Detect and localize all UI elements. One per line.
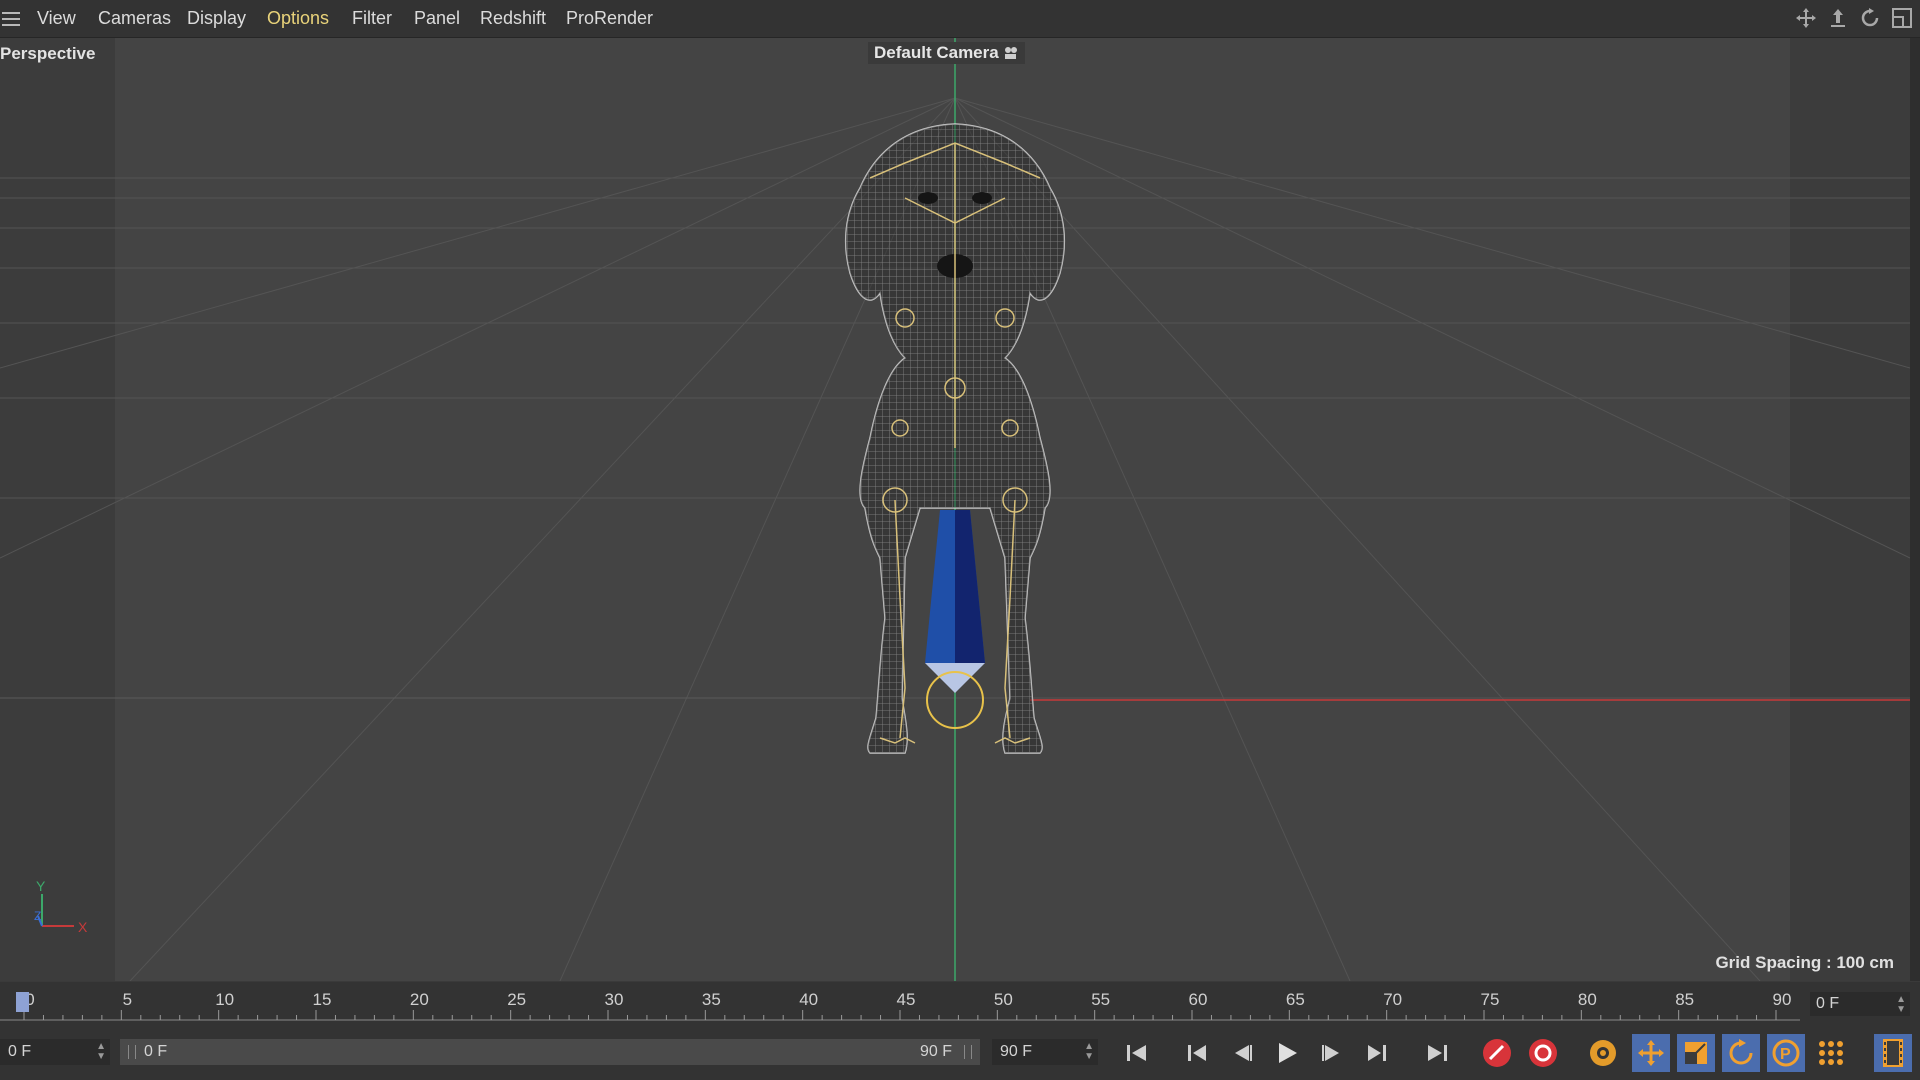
camera-name: Default Camera: [874, 43, 999, 62]
record-active-objects-icon: [1483, 1039, 1511, 1067]
go-to-end-button[interactable]: [1418, 1034, 1456, 1072]
autokeying-icon: [1529, 1039, 1557, 1067]
view-name-label: Perspective: [0, 44, 96, 63]
tick-label-55: 55: [1091, 990, 1111, 1009]
maximize-view-icon[interactable]: [1890, 6, 1914, 30]
record-parameter-icon: P: [1772, 1039, 1800, 1067]
scene-canvas[interactable]: [0, 38, 1910, 981]
tick-label-70: 70: [1383, 990, 1403, 1009]
axis-gizmo: Y Z X: [30, 878, 100, 943]
viewport-border: [1910, 38, 1920, 981]
record-scale-icon: [1685, 1042, 1707, 1064]
project-end-field[interactable]: 90 F ▲ ▼: [992, 1039, 1098, 1065]
project-end-value: 90 F: [1000, 1043, 1033, 1060]
tick-label-65: 65: [1285, 990, 1305, 1009]
perspective-viewport[interactable]: Perspective Default Camera Grid Spacing …: [0, 38, 1910, 981]
tick-label-60: 60: [1188, 990, 1208, 1009]
spin-arrows-icon[interactable]: ▲ ▼: [96, 1042, 106, 1062]
range-end-grip[interactable]: [964, 1045, 972, 1059]
tick-label-90: 90: [1772, 990, 1792, 1009]
tick-label-40: 40: [799, 990, 819, 1009]
move-view-icon[interactable]: [1794, 6, 1818, 30]
previous-key-button[interactable]: [1178, 1034, 1216, 1072]
tick-label-20: 20: [409, 990, 429, 1009]
project-start-value: 0 F: [8, 1043, 32, 1060]
current-frame-value: 0 F: [1816, 995, 1840, 1012]
previous-frame-icon: [1235, 1045, 1252, 1061]
viewport-menubar: View Cameras Display Options Filter Pane…: [0, 0, 1920, 38]
record-point-level-button[interactable]: [1812, 1034, 1850, 1072]
transport-bar: 0 F ▲ ▼ 0 F 90 F 90 F ▲ ▼ P: [0, 1026, 1920, 1080]
tick-label-45: 45: [896, 990, 916, 1009]
go-to-start-button[interactable]: [1118, 1034, 1156, 1072]
axis-x-label: X: [78, 919, 88, 935]
record-scale-button[interactable]: [1677, 1034, 1715, 1072]
timeline-window-icon: [1883, 1039, 1903, 1067]
timeline-window-button[interactable]: [1874, 1034, 1912, 1072]
play-icon: [1279, 1043, 1297, 1063]
tick-label-80: 80: [1577, 990, 1597, 1009]
range-start-grip[interactable]: [128, 1045, 136, 1059]
next-key-icon: [1368, 1045, 1386, 1061]
previous-frame-button[interactable]: [1223, 1034, 1261, 1072]
tick-label-50: 50: [993, 990, 1013, 1009]
camera-label[interactable]: Default Camera: [868, 42, 1025, 64]
menu-panel[interactable]: Panel: [414, 8, 460, 29]
playhead[interactable]: [16, 992, 29, 1012]
range-start-value: 0 F: [144, 1043, 168, 1060]
go-to-start-icon: [1127, 1045, 1146, 1061]
menu-view[interactable]: View: [37, 8, 76, 29]
next-frame-button[interactable]: [1313, 1034, 1351, 1072]
menu-cameras[interactable]: Cameras: [98, 8, 171, 29]
go-to-end-icon: [1428, 1045, 1447, 1061]
rotate-view-icon[interactable]: [1858, 6, 1882, 30]
menu-prorender[interactable]: ProRender: [566, 8, 653, 29]
menu-display[interactable]: Display: [187, 8, 246, 29]
menu-filter[interactable]: Filter: [352, 8, 392, 29]
grid-spacing-label: Grid Spacing : 100 cm: [1715, 953, 1894, 972]
spin-arrows-icon[interactable]: ▲ ▼: [1084, 1042, 1094, 1062]
record-point-level-icon: [1819, 1041, 1843, 1065]
tick-label-15: 15: [312, 990, 332, 1009]
tick-label-85: 85: [1675, 990, 1695, 1009]
ruler-ticks: [0, 1010, 1800, 1021]
next-key-button[interactable]: [1358, 1034, 1396, 1072]
keyframe-selection-button[interactable]: [1584, 1034, 1622, 1072]
record-parameter-button[interactable]: P: [1767, 1034, 1805, 1072]
axis-z-label: Z: [34, 909, 41, 923]
record-active-objects-button[interactable]: [1478, 1034, 1516, 1072]
autokeying-button[interactable]: [1524, 1034, 1562, 1072]
timeline-ruler[interactable]: 0 5 10 15 20 25 30 35 40 45 50 55 60 65 70 75 80 85 90 0 F…: [0, 982, 1920, 1026]
dolly-view-icon[interactable]: [1826, 6, 1850, 30]
next-frame-icon: [1322, 1045, 1339, 1061]
keyframe-selection-icon: [1590, 1040, 1616, 1066]
menu-options[interactable]: Options: [267, 8, 329, 29]
spin-arrows-icon[interactable]: ▲ ▼: [1896, 995, 1906, 1015]
camera-icon: [1004, 47, 1017, 59]
axis-y-label: Y: [36, 878, 46, 894]
menu-redshift[interactable]: Redshift: [480, 8, 546, 29]
preview-range-slider[interactable]: 0 F 90 F: [120, 1039, 980, 1065]
tick-label-25: 25: [507, 990, 527, 1009]
record-position-button[interactable]: [1632, 1034, 1670, 1072]
tick-label-35: 35: [701, 990, 721, 1009]
current-frame-field[interactable]: 0 F ▲ ▼: [1810, 992, 1910, 1016]
tick-label-10: 10: [215, 990, 235, 1009]
tick-label-5: 5: [122, 990, 133, 1009]
range-end-value: 90 F: [919, 1043, 952, 1060]
hamburger-menu-icon[interactable]: [0, 8, 22, 28]
previous-key-icon: [1188, 1045, 1206, 1061]
tick-label-75: 75: [1480, 990, 1500, 1009]
record-rotation-button[interactable]: [1722, 1034, 1760, 1072]
record-position-icon: [1638, 1040, 1664, 1066]
record-rotation-icon: [1729, 1039, 1753, 1065]
project-start-field[interactable]: 0 F ▲ ▼: [0, 1039, 110, 1065]
svg-text:P: P: [1780, 1046, 1791, 1063]
play-button[interactable]: [1268, 1034, 1306, 1072]
tick-label-30: 30: [604, 990, 624, 1009]
